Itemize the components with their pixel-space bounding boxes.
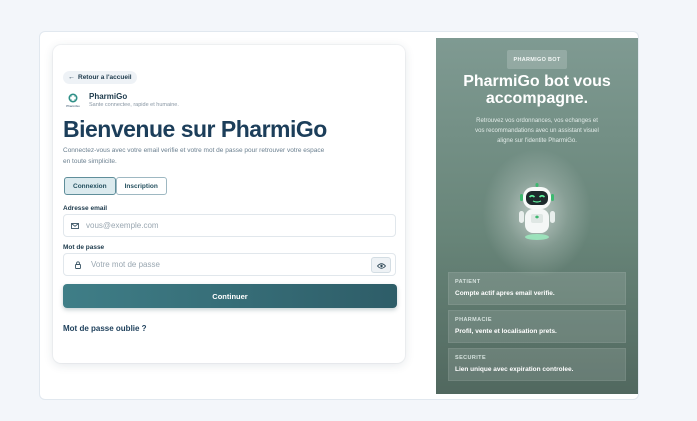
info-card-key: PATIENT bbox=[455, 279, 481, 285]
info-card-key: SECURITE bbox=[455, 355, 487, 361]
email-label: Adresse email bbox=[63, 205, 108, 212]
back-home-label: Retour a l'accueil bbox=[78, 74, 132, 81]
brand-name: PharmiGo bbox=[89, 92, 128, 101]
back-home-button[interactable]: ← Retour a l'accueil bbox=[63, 71, 137, 84]
email-input[interactable] bbox=[86, 221, 395, 230]
page-title: Bienvenue sur PharmiGo bbox=[63, 116, 327, 142]
info-card-value: Profil, vente et localisation prets. bbox=[455, 328, 557, 335]
info-card-pharmacie: PHARMACIE Profil, vente et localisation … bbox=[448, 310, 626, 343]
forgot-password-link[interactable]: Mot de passe oublie ? bbox=[63, 324, 147, 333]
arrow-left-icon: ← bbox=[68, 74, 75, 81]
info-card-value: Compte actif apres email verifie. bbox=[455, 290, 555, 297]
logo-text: PharmiGo bbox=[66, 104, 80, 108]
info-card-value: Lien unique avec expiration controlee. bbox=[455, 366, 574, 373]
panel-description: Retrouvez vos ordonnances, vos echanges … bbox=[475, 118, 599, 144]
auth-tabs: Connexion Inscription bbox=[64, 177, 167, 195]
brand-logo: PharmiGo bbox=[64, 91, 82, 109]
lock-icon bbox=[64, 260, 91, 269]
mail-icon bbox=[64, 222, 86, 229]
info-card-patient: PATIENT Compte actif apres email verifie… bbox=[448, 272, 626, 305]
password-label: Mot de passe bbox=[63, 244, 105, 251]
robot-icon bbox=[514, 182, 560, 242]
page-subtitle: Connectez-vous avec votre email verifie … bbox=[63, 147, 325, 165]
password-input[interactable] bbox=[91, 260, 371, 269]
email-field-wrapper bbox=[63, 214, 396, 237]
info-card-key: PHARMACIE bbox=[455, 317, 492, 323]
info-card-securite: SECURITE Lien unique avec expiration con… bbox=[448, 348, 626, 381]
bot-panel: PHARMIGO BOT PharmiGo bot vous accompagn… bbox=[436, 38, 638, 394]
brand-tagline: Sante connectee, rapide et humaine. bbox=[89, 102, 179, 108]
tab-inscription[interactable]: Inscription bbox=[115, 177, 167, 195]
continue-button[interactable]: Continuer bbox=[63, 284, 397, 308]
toggle-password-button[interactable] bbox=[371, 256, 391, 274]
panel-title: PharmiGo bot vous accompagne. bbox=[463, 73, 611, 107]
eye-icon bbox=[376, 256, 386, 274]
bot-badge: PHARMIGO BOT bbox=[507, 50, 567, 69]
password-field-wrapper bbox=[63, 253, 396, 276]
tab-connexion[interactable]: Connexion bbox=[64, 177, 116, 195]
